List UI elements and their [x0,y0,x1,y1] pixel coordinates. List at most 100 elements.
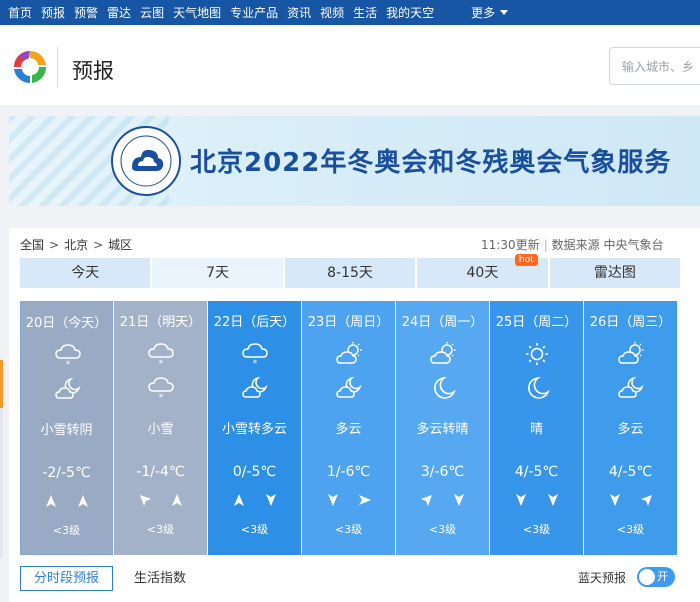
svg-text:*: * [253,359,258,367]
update-time: 11:30更新 [481,238,540,252]
day-card[interactable]: 20日（今天） * 小雪转阴 -2/-5℃ <3级 [20,301,113,555]
wind-south-arrow-icon [609,494,620,506]
svg-text:*: * [159,393,164,401]
wind-north-arrow-icon [45,495,56,507]
hot-badge: hot [514,254,538,266]
wind-south-arrow-icon [265,494,276,506]
nav-item-weather-map[interactable]: 天气地图 [173,4,221,21]
header-divider [57,47,58,87]
breadcrumb-district[interactable]: 城区 [108,236,132,253]
bluesky-toggle[interactable]: 开 [637,567,675,587]
light-snow-icon: * [55,344,81,368]
nav-item-cloud[interactable]: 云图 [140,4,164,21]
svg-text:*: * [66,360,71,368]
breadcrumb-country[interactable]: 全国 [20,236,44,253]
wind-level: <3级 [616,523,645,536]
wind-directions [114,493,207,507]
search-input[interactable]: 输入城市、乡 [609,47,700,85]
day-card[interactable]: 21日（明天） * * 小雪 -1/-4℃ <3级 [114,301,207,555]
breadcrumb-city[interactable]: 北京 [64,236,88,253]
wind-northeast-arrow-icon [420,495,432,506]
weather-text: 小雪转多云 [221,422,287,437]
light-snow-icon: * [148,343,174,367]
day-date: 23日（周日） [307,315,390,330]
wind-directions [396,493,489,507]
tab-40-days[interactable]: 40天 hot [417,254,548,288]
banner-title: 北京2022年冬奥会和冬残奥会气象服务 [190,148,672,178]
wind-directions [584,493,677,507]
nav-item-warning[interactable]: 预警 [74,4,98,21]
nav-item-home[interactable]: 首页 [8,4,32,21]
tab-today[interactable]: 今天 [20,258,151,288]
forecast-panel: 全国 > 北京 > 城区 11:30更新 | 数据来源 中央气象台 今天 7天 8-… [9,228,700,602]
nav-item-my-sky[interactable]: 我的天空 [386,4,434,21]
wind-level: <3级 [52,524,81,537]
day-card[interactable]: 23日（周日） 多云 1/-6℃ <3级 [302,301,395,555]
info-divider: | [543,238,548,252]
seven-day-forecast: 20日（今天） * 小雪转阴 -2/-5℃ <3级 21日（明天） * * 小雪… [20,301,700,555]
nav-item-products[interactable]: 专业产品 [230,4,278,21]
site-logo-icon[interactable] [10,47,50,87]
partly-cloudy-day-icon [618,342,644,364]
day-date: 24日（周一） [401,315,484,330]
nav-item-life[interactable]: 生活 [353,4,377,21]
bluesky-label: 蓝天预报 [578,571,627,585]
wind-directions [490,493,583,507]
forecast-tabs: 今天 7天 8-15天 40天 hot 雷达图 [20,254,681,288]
update-info: 11:30更新 | 数据来源 中央气象台 [481,236,663,253]
page-title: 预报 [72,59,114,83]
day-card[interactable]: 22日（后天） * 小雪转多云 0/-5℃ <3级 [208,301,301,555]
partly-cloudy-night-icon [242,376,268,398]
day-date: 21日（明天） [119,315,202,330]
breadcrumb-separator: > [49,237,60,252]
nav-item-video[interactable]: 视频 [320,4,344,21]
wind-level: <3级 [240,523,269,536]
day-date: 20日（今天） [25,316,108,331]
wind-level: <3级 [334,523,363,536]
temperature: -1/-4℃ [136,464,185,480]
day-date: 26日（周三） [589,315,672,330]
day-card[interactable]: 26日（周三） 多云 4/-5℃ <3级 [584,301,677,555]
wind-level: <3级 [428,523,457,536]
day-card[interactable]: 25日（周二） 晴 4/-5℃ <3级 [490,301,583,555]
tab-7-days[interactable]: 7天 [152,258,283,288]
temperature: -2/-5℃ [42,465,91,481]
light-snow-icon: * [148,377,174,401]
nav-item-news[interactable]: 资讯 [287,4,311,21]
tab-hourly-forecast[interactable]: 分时段预报 [20,566,113,591]
tab-radar[interactable]: 雷达图 [549,258,681,288]
moon-icon [434,376,456,399]
tab-8-15-days[interactable]: 8-15天 [284,258,416,288]
wind-directions [21,494,112,508]
tab-life-index[interactable]: 生活指数 [134,566,186,591]
temperature: 0/-5℃ [232,464,277,480]
temperature: 4/-5℃ [514,464,559,480]
chevron-down-icon [500,10,509,15]
wind-east-arrow-icon [358,495,371,505]
nav-item-forecast[interactable]: 预报 [41,4,65,21]
wind-directions [208,493,301,507]
weather-text: 多云 [335,422,362,437]
side-accent-bar [0,360,3,408]
weather-text: 小雪 [147,422,174,437]
nav-item-radar[interactable]: 雷达 [107,4,131,21]
weather-text: 小雪转阴 [40,423,93,438]
moon-icon [528,376,550,399]
wind-north-arrow-icon [77,495,88,507]
partly-cloudy-night-icon [55,377,81,399]
page-header: 预报 输入城市、乡 [0,25,700,107]
temperature: 3/-6℃ [420,464,465,480]
wind-northeast-arrow-icon [640,495,652,506]
day-card[interactable]: 24日（周一） 多云转晴 3/-6℃ <3级 [396,301,489,555]
wind-north-arrow-icon [171,494,182,506]
temperature: 4/-5℃ [608,464,653,480]
wind-south-arrow-icon [453,494,464,506]
toggle-knob [639,569,655,585]
sunny-icon [526,343,548,365]
wind-level: <3级 [522,523,551,536]
partly-cloudy-night-icon [618,376,644,398]
breadcrumb: 全国 > 北京 > 城区 [20,236,132,253]
olympics-banner[interactable]: 北京2022年冬奥会和冬残奥会气象服务 [9,116,700,206]
nav-more-button[interactable]: 更多 [471,4,509,21]
svg-text:*: * [159,359,164,367]
